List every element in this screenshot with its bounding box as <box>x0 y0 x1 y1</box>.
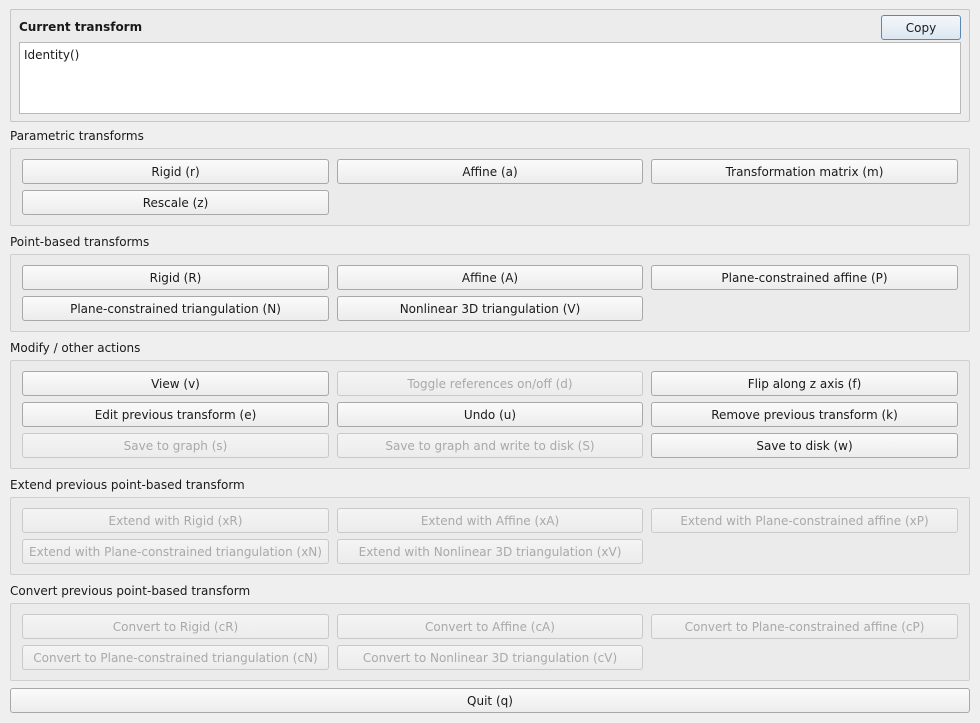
current-transform-title: Current transform <box>19 20 143 34</box>
convert-affine-button[interactable]: Convert to Affine (cA) <box>337 614 643 639</box>
extend-nonlinear-3d-triangulation-button[interactable]: Extend with Nonlinear 3D triangulation (… <box>337 539 643 564</box>
remove-previous-transform-button[interactable]: Remove previous transform (k) <box>651 402 958 427</box>
point-based-label: Point-based transforms <box>10 235 150 249</box>
point-affine-button[interactable]: Affine (A) <box>337 265 643 290</box>
extend-plane-constrained-affine-button[interactable]: Extend with Plane-constrained affine (xP… <box>651 508 958 533</box>
modify-label: Modify / other actions <box>10 341 141 355</box>
rescale-button[interactable]: Rescale (z) <box>22 190 329 215</box>
toggle-references-button[interactable]: Toggle references on/off (d) <box>337 371 643 396</box>
affine-button[interactable]: Affine (a) <box>337 159 643 184</box>
extend-rigid-button[interactable]: Extend with Rigid (xR) <box>22 508 329 533</box>
save-to-graph-and-disk-button[interactable]: Save to graph and write to disk (S) <box>337 433 643 458</box>
save-to-disk-button[interactable]: Save to disk (w) <box>651 433 958 458</box>
convert-label: Convert previous point-based transform <box>10 584 251 598</box>
save-to-graph-button[interactable]: Save to graph (s) <box>22 433 329 458</box>
rigid-button[interactable]: Rigid (r) <box>22 159 329 184</box>
extend-plane-constrained-triangulation-button[interactable]: Extend with Plane-constrained triangulat… <box>22 539 329 564</box>
convert-plane-constrained-affine-button[interactable]: Convert to Plane-constrained affine (cP) <box>651 614 958 639</box>
nonlinear-3d-triangulation-button[interactable]: Nonlinear 3D triangulation (V) <box>337 296 643 321</box>
current-transform-text[interactable]: Identity() <box>19 42 961 114</box>
point-rigid-button[interactable]: Rigid (R) <box>22 265 329 290</box>
transformation-matrix-button[interactable]: Transformation matrix (m) <box>651 159 958 184</box>
extend-label: Extend previous point-based transform <box>10 478 245 492</box>
convert-plane-constrained-triangulation-button[interactable]: Convert to Plane-constrained triangulati… <box>22 645 329 670</box>
copy-button[interactable]: Copy <box>881 15 961 40</box>
parametric-label: Parametric transforms <box>10 129 144 143</box>
plane-constrained-triangulation-button[interactable]: Plane-constrained triangulation (N) <box>22 296 329 321</box>
flip-z-axis-button[interactable]: Flip along z axis (f) <box>651 371 958 396</box>
convert-nonlinear-3d-triangulation-button[interactable]: Convert to Nonlinear 3D triangulation (c… <box>337 645 643 670</box>
convert-rigid-button[interactable]: Convert to Rigid (cR) <box>22 614 329 639</box>
undo-button[interactable]: Undo (u) <box>337 402 643 427</box>
view-button[interactable]: View (v) <box>22 371 329 396</box>
extend-affine-button[interactable]: Extend with Affine (xA) <box>337 508 643 533</box>
quit-button[interactable]: Quit (q) <box>10 688 970 713</box>
plane-constrained-affine-button[interactable]: Plane-constrained affine (P) <box>651 265 958 290</box>
edit-previous-transform-button[interactable]: Edit previous transform (e) <box>22 402 329 427</box>
